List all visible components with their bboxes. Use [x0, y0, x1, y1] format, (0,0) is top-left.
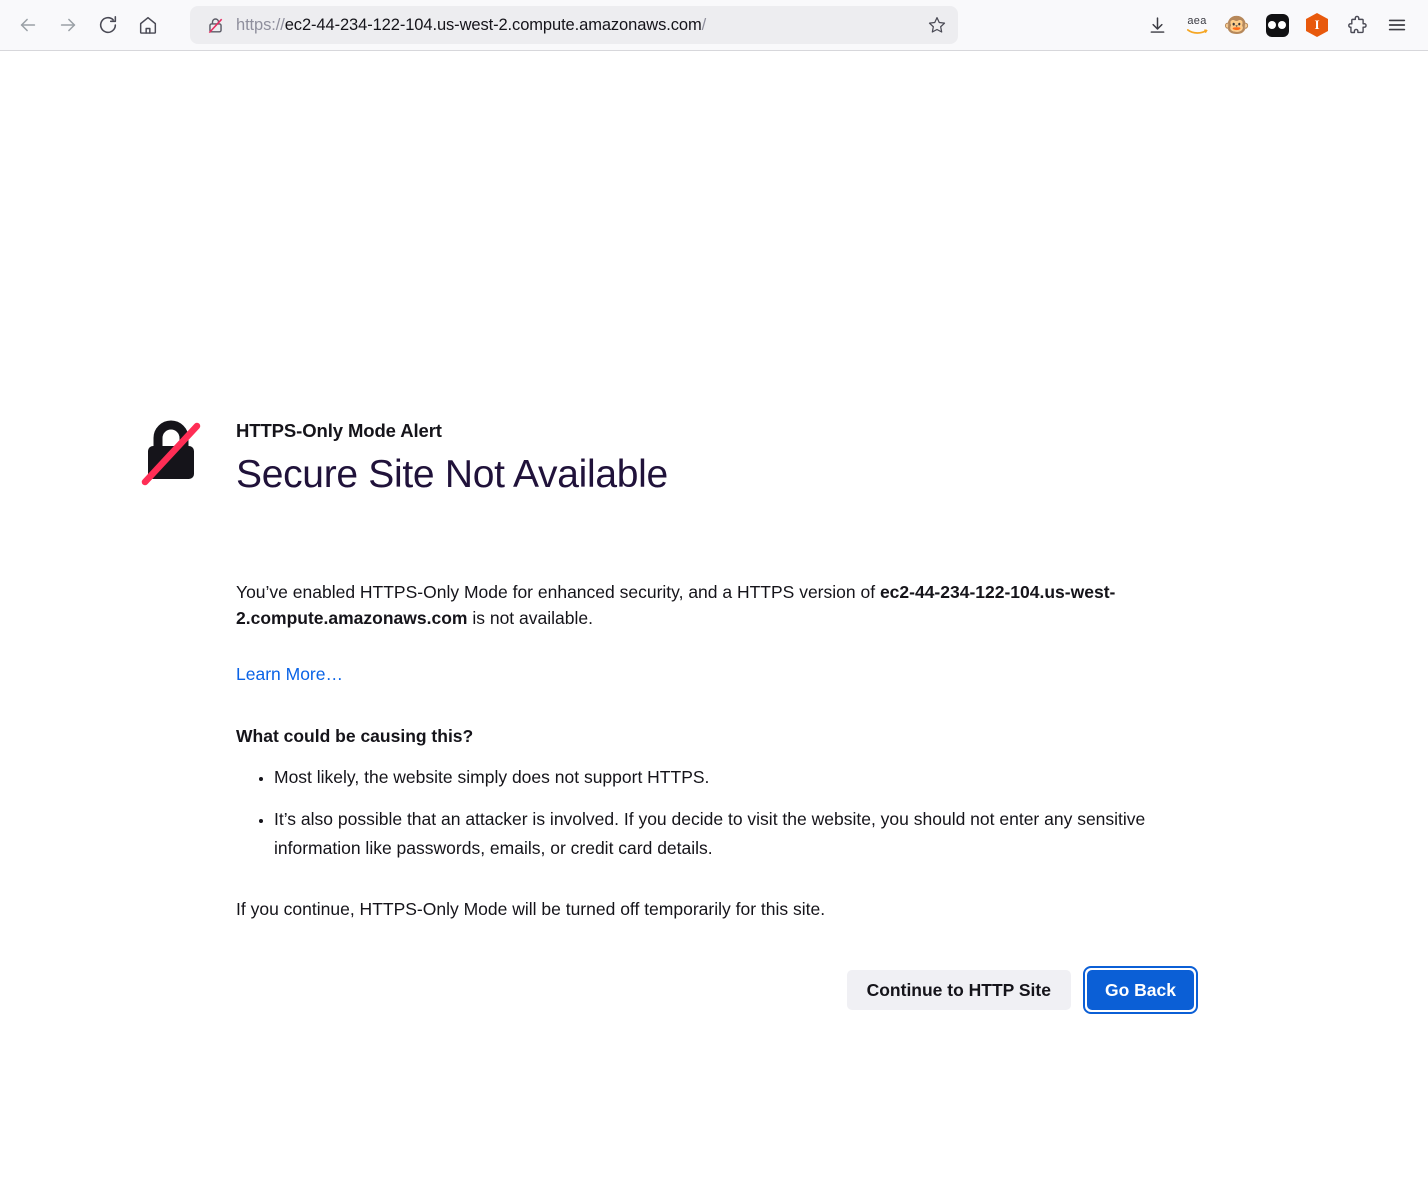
lock-slash-icon[interactable] [202, 12, 228, 38]
lock-slash-glyph [208, 17, 222, 33]
lock-slash-icon [140, 370, 216, 491]
download-arrow-glyph [1150, 16, 1164, 33]
reload-icon [99, 15, 117, 34]
arrow-right-icon [60, 18, 76, 32]
extensions-puzzle-icon[interactable] [1338, 6, 1376, 44]
dark-reader-glyph [1265, 13, 1289, 37]
intro-after: is not available. [467, 607, 593, 628]
monkey-extension-icon[interactable]: 🐵 [1218, 6, 1256, 44]
browser-toolbar: https://ec2-44-234-122-104.us-west-2.com… [0, 0, 1428, 51]
forward-button[interactable] [48, 6, 88, 44]
app-menu-icon[interactable] [1378, 6, 1416, 44]
downloads-icon[interactable] [1138, 6, 1176, 44]
url-text: https://ec2-44-234-122-104.us-west-2.com… [236, 15, 707, 34]
intro-paragraph: You’ve enabled HTTPS-Only Mode for enhan… [236, 579, 1186, 632]
panel-body: You’ve enabled HTTPS-Only Mode for enhan… [140, 525, 1210, 1015]
hamburger-glyph [1388, 19, 1406, 31]
home-icon [139, 16, 157, 34]
go-back-button-focus-ring: Go Back [1083, 966, 1198, 1015]
amazon-smile-glyph [1186, 28, 1208, 34]
go-back-button[interactable]: Go Back [1087, 970, 1194, 1011]
page-title: Secure Site Not Available [236, 453, 668, 497]
causes-list: Most likely, the website simply does not… [236, 763, 1186, 862]
list-item: Most likely, the website simply does not… [274, 763, 1186, 791]
causes-heading: What could be causing this? [236, 725, 474, 746]
reload-button[interactable] [88, 6, 128, 44]
back-button[interactable] [8, 6, 48, 44]
aea-extension-icon[interactable]: aea [1178, 6, 1216, 44]
panel-header: HTTPS-Only Mode Alert Secure Site Not Av… [140, 370, 1210, 525]
puzzle-piece-glyph [1347, 15, 1367, 33]
list-item: It’s also possible that an attacker is i… [274, 805, 1186, 862]
toolbar-icon-group: aea 🐵 I [1138, 6, 1420, 44]
alert-eyebrow: HTTPS-Only Mode Alert [236, 420, 442, 441]
dot-right [1278, 21, 1286, 29]
continue-to-http-site-button[interactable]: Continue to HTTP Site [846, 970, 1071, 1011]
hexagon-letter-i-icon: I [1306, 13, 1328, 37]
star-icon[interactable] [922, 10, 952, 40]
button-row: Continue to HTTP Site Go Back [236, 966, 1210, 1015]
home-button[interactable] [128, 6, 168, 44]
star-glyph [928, 17, 946, 33]
url-bar[interactable]: https://ec2-44-234-122-104.us-west-2.com… [190, 6, 958, 44]
lock-slash-large-glyph [141, 420, 201, 486]
intro-before: You’ve enabled HTTPS-Only Mode for enhan… [236, 581, 880, 602]
aea-label: aea [1187, 14, 1207, 27]
learn-more-link[interactable]: Learn More… [236, 661, 343, 687]
dot-left [1268, 21, 1276, 29]
orange-hexagon-extension-icon[interactable]: I [1298, 6, 1336, 44]
arrow-left-icon [20, 18, 36, 32]
monkey-face-icon: 🐵 [1223, 13, 1251, 37]
dark-reader-extension-icon[interactable] [1258, 6, 1296, 44]
panel-header-text: HTTPS-Only Mode Alert Secure Site Not Av… [216, 370, 668, 525]
https-only-error-panel: HTTPS-Only Mode Alert Secure Site Not Av… [140, 370, 1210, 1015]
aea-logo: aea [1186, 14, 1208, 35]
page-content: HTTPS-Only Mode Alert Secure Site Not Av… [0, 51, 1428, 1204]
continue-note: If you continue, HTTPS-Only Mode will be… [236, 899, 826, 920]
